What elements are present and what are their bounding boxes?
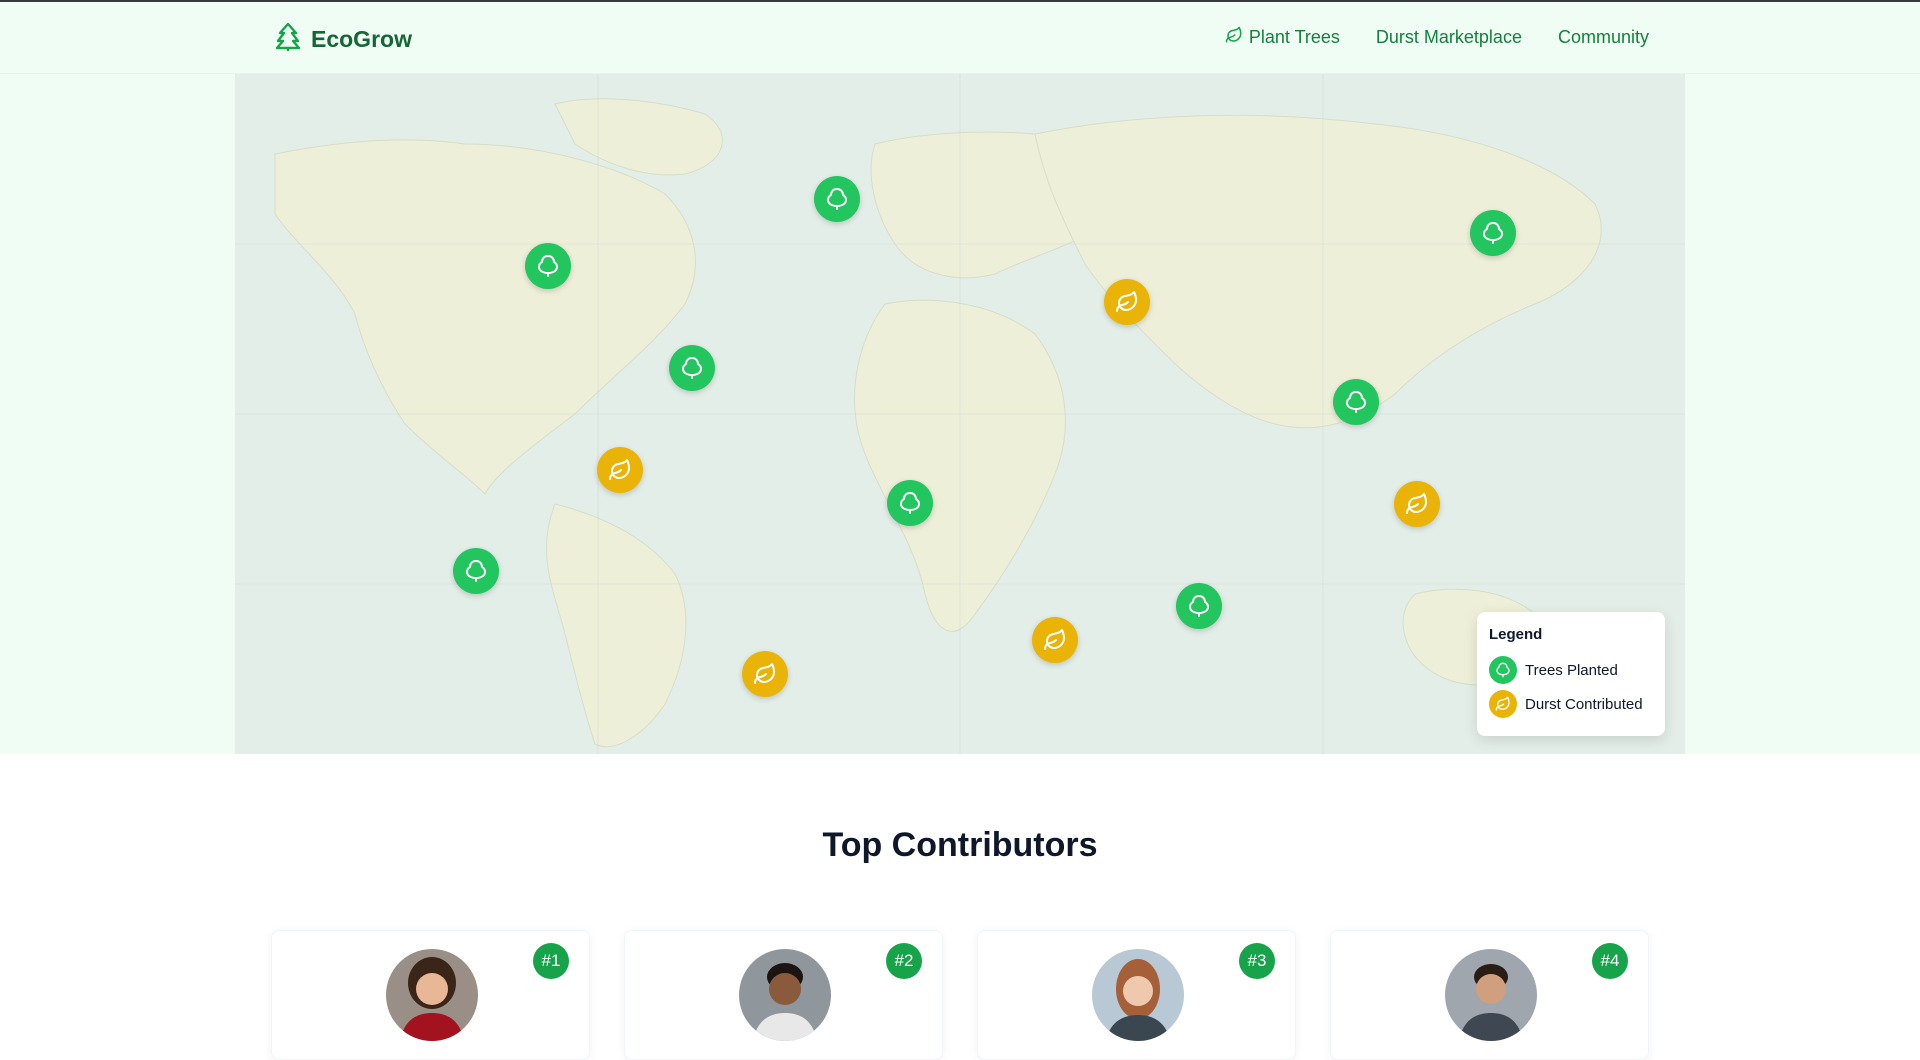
world-map-background — [235, 74, 1685, 754]
nav-plant-trees[interactable]: Plant Trees — [1225, 26, 1340, 49]
tree-icon — [536, 254, 560, 278]
tree-icon — [1489, 656, 1517, 684]
contributor-card[interactable]: #4 — [1330, 930, 1649, 1060]
avatar — [739, 949, 831, 1041]
rank-badge: #2 — [886, 943, 922, 979]
leaf-icon — [1115, 290, 1139, 314]
leaf-icon — [1043, 628, 1067, 652]
durst-contributed-marker[interactable] — [742, 651, 788, 697]
contributor-card[interactable]: #1 — [271, 930, 590, 1060]
leaf-icon — [753, 662, 777, 686]
rank-badge: #1 — [533, 943, 569, 979]
nav-durst-marketplace[interactable]: Durst Marketplace — [1376, 26, 1522, 49]
nav-plant-trees-label: Plant Trees — [1248, 27, 1340, 47]
pine-tree-icon — [275, 22, 301, 57]
map-legend: Legend Trees Planted Durst Contributed — [1477, 612, 1665, 736]
tree-icon — [1187, 594, 1211, 618]
brand-logo-link[interactable]: EcoGrow — [275, 22, 412, 57]
durst-contributed-marker[interactable] — [1104, 279, 1150, 325]
tree-icon — [680, 356, 704, 380]
brand-name: EcoGrow — [311, 26, 412, 52]
durst-contributed-marker[interactable] — [1394, 481, 1440, 527]
tree-icon — [825, 187, 849, 211]
tree-icon — [1344, 390, 1368, 414]
leaf-icon — [1405, 492, 1429, 516]
contributors-list: #1 #2 #3 #4 — [271, 930, 1650, 1060]
tree-icon — [1481, 221, 1505, 245]
top-navigation: EcoGrow Plant Trees Durst Marketplace Co… — [0, 2, 1920, 74]
trees-planted-marker[interactable] — [1470, 210, 1516, 256]
tree-icon — [464, 559, 488, 583]
durst-contributed-marker[interactable] — [597, 447, 643, 493]
contributor-card[interactable]: #2 — [624, 930, 943, 1060]
nav-links: Plant Trees Durst Marketplace Community — [1225, 26, 1649, 49]
legend-item-trees-planted: Trees Planted — [1489, 653, 1653, 687]
hero-section: Legend Trees Planted Durst Contributed — [0, 74, 1920, 754]
trees-planted-marker[interactable] — [887, 480, 933, 526]
contributor-card[interactable]: #3 — [977, 930, 1296, 1060]
trees-planted-marker[interactable] — [525, 243, 571, 289]
legend-label-trees-planted: Trees Planted — [1525, 661, 1618, 679]
tree-icon — [898, 491, 922, 515]
avatar — [1092, 949, 1184, 1041]
rank-badge: #4 — [1592, 943, 1628, 979]
nav-community-label: Community — [1557, 27, 1649, 47]
leaf-icon — [1225, 26, 1243, 49]
legend-label-durst-contributed: Durst Contributed — [1525, 695, 1643, 713]
leaf-icon — [608, 458, 632, 482]
rank-badge: #3 — [1239, 943, 1275, 979]
avatar — [1445, 949, 1537, 1041]
trees-planted-marker[interactable] — [814, 176, 860, 222]
nav-community[interactable]: Community — [1558, 26, 1649, 49]
trees-planted-marker[interactable] — [1176, 583, 1222, 629]
nav-durst-marketplace-label: Durst Marketplace — [1375, 27, 1522, 47]
avatar — [386, 949, 478, 1041]
trees-planted-marker[interactable] — [669, 345, 715, 391]
top-contributors-title: Top Contributors — [822, 826, 1098, 864]
legend-title: Legend — [1489, 626, 1543, 643]
durst-contributed-marker[interactable] — [1032, 617, 1078, 663]
trees-planted-marker[interactable] — [1333, 379, 1379, 425]
trees-planted-marker[interactable] — [453, 548, 499, 594]
world-map[interactable]: Legend Trees Planted Durst Contributed — [235, 74, 1685, 754]
leaf-icon — [1489, 690, 1517, 718]
legend-item-durst-contributed: Durst Contributed — [1489, 687, 1653, 721]
